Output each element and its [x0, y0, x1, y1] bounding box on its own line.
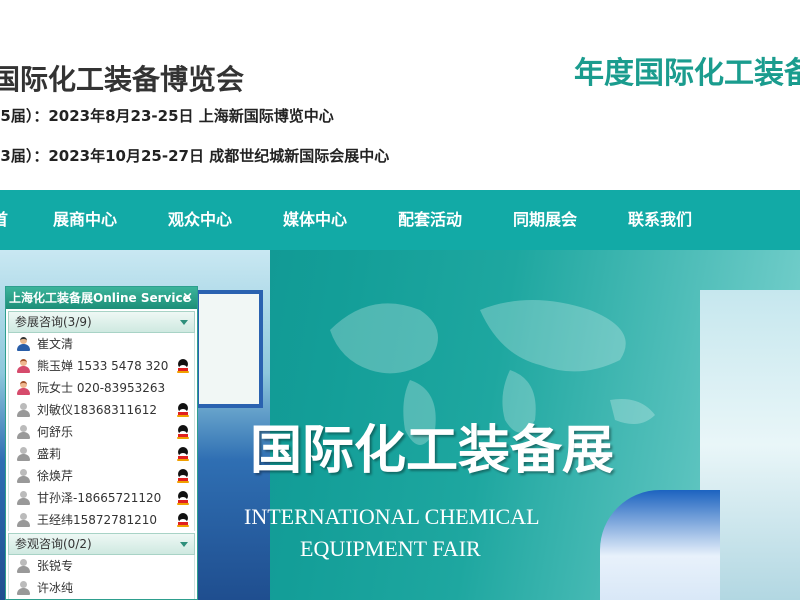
qq-chat-icon[interactable] [177, 403, 189, 417]
contact-list: 张锐专 许冰纯 [8, 555, 195, 599]
service-groups: 参展咨询(3/9) 崔文清熊玉婵 1533 5478 320 阮女士 020-839… [6, 311, 197, 599]
banner-subtitle-line2: EQUIPMENT FAIR [300, 536, 481, 561]
chengdu-show-info: 13届）：2023年10月25-27日 成都世纪城新国际会展中心 [0, 147, 390, 165]
avatar-icon [17, 359, 30, 373]
shanghai-show-info: 15届）：2023年8月23-25日 上海新国际博览中心 [0, 107, 334, 125]
avatar-icon [17, 403, 30, 417]
contact-row[interactable]: 何舒乐 [9, 421, 194, 443]
contact-list: 崔文清熊玉婵 1533 5478 320 阮女士 020-83953263 刘敏仪1… [8, 333, 195, 531]
nav-item-home[interactable]: 首 [0, 190, 8, 250]
close-icon[interactable]: × [182, 287, 193, 309]
contact-name: 张锐专 [37, 559, 74, 573]
service-group-label: 参观咨询(0/2) [15, 537, 92, 551]
contact-row[interactable]: 甘孙泽-18665721120 [9, 487, 194, 509]
chevron-down-icon [180, 542, 188, 547]
banner-subtitle-line1: INTERNATIONAL CHEMICAL [244, 504, 540, 529]
avatar-icon [17, 513, 30, 527]
nav-item-visitors[interactable]: 观众中心 [168, 190, 232, 250]
contact-row[interactable]: 熊玉婵 1533 5478 320 [9, 355, 194, 377]
contact-name: 崔文清 [37, 337, 74, 351]
nav-item-concurrent-shows[interactable]: 同期展会 [513, 190, 577, 250]
contact-name: 甘孙泽-18665721120 [37, 491, 162, 505]
nav-item-media[interactable]: 媒体中心 [283, 190, 347, 250]
contact-row[interactable]: 王经纬15872781210 [9, 509, 194, 531]
contact-row[interactable]: 盛莉 [9, 443, 194, 465]
banner-title: 国际化工装备展 [250, 420, 615, 481]
qq-chat-icon[interactable] [177, 425, 189, 439]
online-service-panel: 上海化工装备展Online Service × 参展咨询(3/9) 崔文清熊玉婵 … [5, 286, 198, 600]
contact-name: 徐焕芹 [37, 469, 74, 483]
contact-row[interactable]: 许冰纯 [9, 577, 194, 599]
qq-chat-icon[interactable] [177, 513, 189, 527]
site-title: 国际化工装备博览会 [0, 63, 245, 96]
contact-name: 盛莉 [37, 447, 62, 461]
exhibition-photo-bottom-right [600, 490, 720, 600]
contact-name: 阮女士 020-83953263 [37, 381, 166, 395]
avatar-icon [17, 447, 30, 461]
contact-row[interactable]: 阮女士 020-83953263 [9, 377, 194, 399]
qq-chat-icon[interactable] [177, 491, 189, 505]
avatar-icon [17, 559, 30, 573]
service-group-label: 参展咨询(3/9) [15, 315, 92, 329]
qq-chat-icon[interactable] [177, 469, 189, 483]
nav-item-exhibitors[interactable]: 展商中心 [53, 190, 117, 250]
avatar-icon [17, 491, 30, 505]
contact-row[interactable]: 崔文清 [9, 333, 194, 355]
contact-name: 刘敏仪18368311612 [37, 403, 157, 417]
contact-name: 熊玉婵 1533 5478 320 [37, 359, 169, 373]
service-panel-title: 上海化工装备展Online Service [9, 291, 191, 305]
contact-row[interactable]: 刘敏仪18368311612 [9, 399, 194, 421]
avatar-icon [17, 581, 30, 595]
contact-name: 何舒乐 [37, 425, 74, 439]
avatar-icon [17, 425, 30, 439]
qq-chat-icon[interactable] [177, 447, 189, 461]
booth-sign [195, 290, 263, 408]
avatar-icon [17, 469, 30, 483]
qq-chat-icon[interactable] [177, 359, 189, 373]
service-group-header[interactable]: 参观咨询(0/2) [8, 533, 195, 555]
header-slogan: 年度国际化工装备 [574, 56, 800, 91]
service-group-header[interactable]: 参展咨询(3/9) [8, 311, 195, 333]
site-header: 国际化工装备博览会 15届）：2023年8月23-25日 上海新国际博览中心 1… [0, 0, 800, 190]
avatar-icon [17, 337, 30, 351]
contact-row[interactable]: 张锐专 [9, 555, 194, 577]
nav-item-contact[interactable]: 联系我们 [628, 190, 692, 250]
chevron-down-icon [180, 320, 188, 325]
contact-name: 许冰纯 [37, 581, 74, 595]
main-nav: 首 展商中心 观众中心 媒体中心 配套活动 同期展会 联系我们 [0, 190, 800, 250]
service-panel-header: 上海化工装备展Online Service × [6, 287, 197, 309]
contact-row[interactable]: 徐焕芹 [9, 465, 194, 487]
avatar-icon [17, 381, 30, 395]
contact-name: 王经纬15872781210 [37, 513, 157, 527]
nav-item-events[interactable]: 配套活动 [398, 190, 462, 250]
